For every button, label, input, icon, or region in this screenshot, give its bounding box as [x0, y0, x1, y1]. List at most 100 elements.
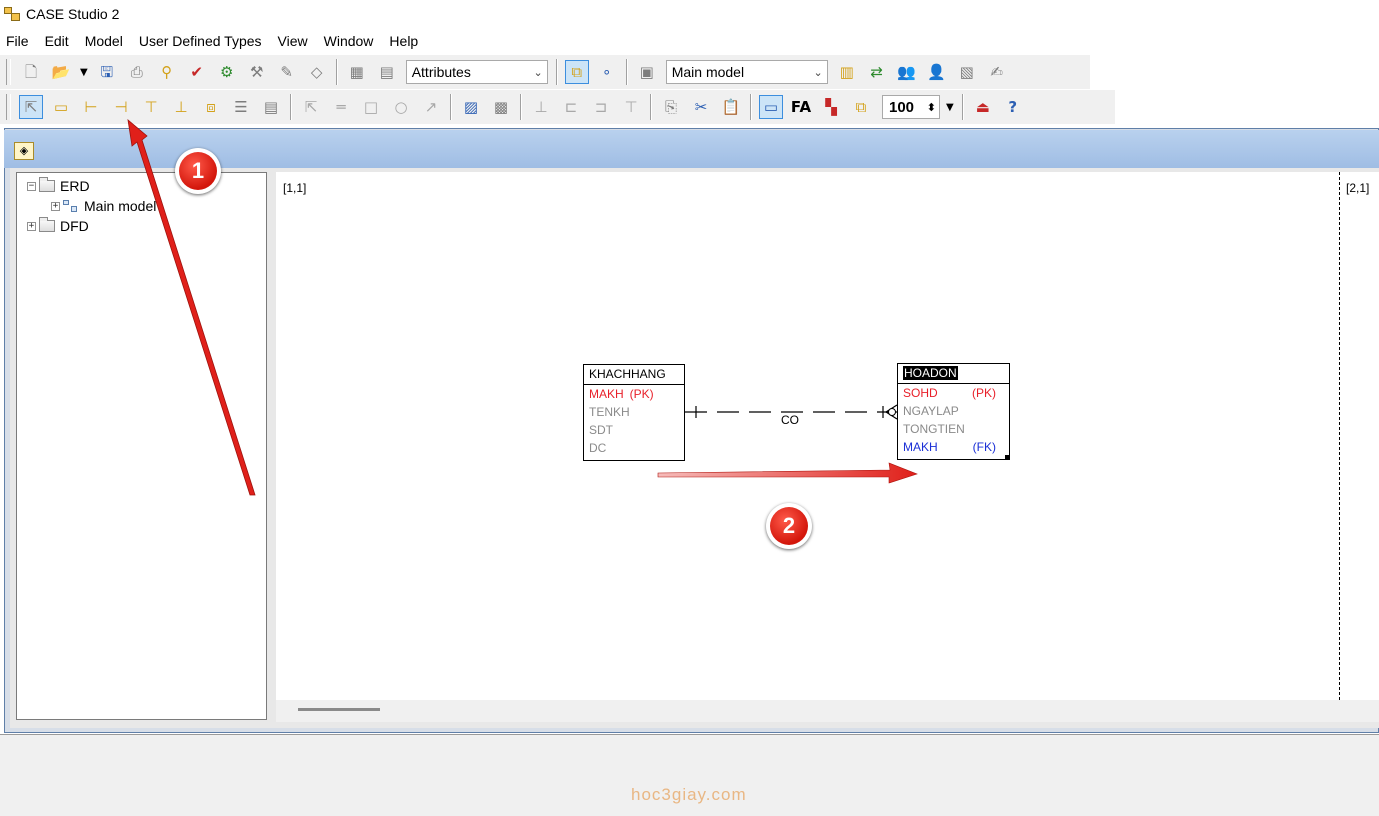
check-model-icon[interactable]: ✔: [185, 60, 209, 84]
eraser-icon[interactable]: ◇: [305, 60, 329, 84]
chevron-down-icon: ⌄: [813, 65, 823, 79]
toolbar-separator: [625, 59, 628, 85]
tree-item-dfd[interactable]: + DFD: [27, 217, 89, 235]
menu-view[interactable]: View: [270, 30, 316, 52]
attribute-name: NGAYLAP: [903, 404, 959, 418]
align-bottom-icon[interactable]: ⊥: [529, 95, 553, 119]
edit-note-icon[interactable]: ✍: [985, 60, 1009, 84]
informative-relationship-icon[interactable]: ⊤: [139, 95, 163, 119]
view-tool-icon[interactable]: ⧈: [199, 95, 223, 119]
display-mode-icon[interactable]: ▦: [345, 60, 369, 84]
align-top-icon[interactable]: ⊤: [619, 95, 643, 119]
tree-item-main-model[interactable]: + Main model: [51, 197, 156, 215]
model-list-icon[interactable]: ▣: [635, 60, 659, 84]
ellipse-tool-icon[interactable]: ○: [389, 95, 413, 119]
cut-icon[interactable]: ✂: [689, 95, 713, 119]
table-tool-icon[interactable]: ▤: [259, 95, 283, 119]
attribute-key: (FK): [972, 440, 996, 454]
line-tool-icon[interactable]: ═: [329, 95, 353, 119]
generate-sql-icon[interactable]: ⚙: [215, 60, 239, 84]
zoom-stepper[interactable]: 100 ⬍: [882, 95, 940, 119]
attribute-row: MAKH (PK): [584, 385, 684, 403]
procedure-tool-icon[interactable]: ☰: [229, 95, 253, 119]
attribute-name: TONGTIEN: [903, 422, 965, 436]
pointer-tool-icon[interactable]: ⇱: [19, 95, 43, 119]
menu-edit[interactable]: Edit: [37, 30, 77, 52]
document-icon[interactable]: ◈: [14, 142, 34, 160]
export-image-icon[interactable]: ▨: [459, 95, 483, 119]
diagram-canvas[interactable]: [276, 172, 1379, 700]
rectangle-tool-icon[interactable]: □: [359, 95, 383, 119]
toolbar-separator: [450, 94, 452, 120]
non-identifying-relationship-icon[interactable]: ⊣: [109, 95, 133, 119]
reverse-engineer-icon[interactable]: ⚒: [245, 60, 269, 84]
tree-item-erd[interactable]: − ERD: [27, 177, 90, 195]
attribute-display-icon[interactable]: ▤: [375, 60, 399, 84]
attribute-key: (PK): [629, 387, 654, 401]
color-icon[interactable]: ▚: [819, 95, 843, 119]
annotation-badge-2: 2: [766, 503, 812, 549]
self-relationship-icon[interactable]: ⊥: [169, 95, 193, 119]
layers-icon[interactable]: ⧉: [849, 95, 873, 119]
scrollbar-thumb[interactable]: [298, 708, 380, 711]
collapse-icon[interactable]: −: [27, 181, 36, 191]
font-icon[interactable]: FA: [789, 95, 813, 119]
sync-icon[interactable]: ⇄: [865, 60, 889, 84]
align-right-icon[interactable]: ⊐: [589, 95, 613, 119]
entity-tool-icon[interactable]: ▭: [49, 95, 73, 119]
menu-window[interactable]: Window: [316, 30, 382, 52]
attribute-name: TENKH: [589, 405, 630, 419]
arrow-tool-icon[interactable]: ↗: [419, 95, 443, 119]
entity-khachhang[interactable]: KHACHHANG MAKH (PK) TENKH SDT DC: [583, 364, 685, 461]
entity-hoadon[interactable]: HOADON SOHD (PK) NGAYLAP TONGTIEN MAKH (…: [897, 363, 1010, 460]
find-icon[interactable]: ⚲: [155, 60, 179, 84]
panel-toggle-icon[interactable]: ▭: [759, 95, 783, 119]
users-icon[interactable]: 👥: [895, 60, 919, 84]
attribute-row: NGAYLAP: [898, 402, 1009, 420]
print-preview-icon[interactable]: ▩: [489, 95, 513, 119]
print-icon[interactable]: ⎙: [125, 60, 149, 84]
menu-file[interactable]: File: [0, 30, 37, 52]
help-icon[interactable]: ?: [1001, 95, 1025, 119]
resize-handle[interactable]: [1005, 455, 1010, 460]
toolbar-grip[interactable]: [6, 59, 11, 85]
open-folder-icon[interactable]: 📂: [49, 60, 73, 84]
paste-icon[interactable]: 📋: [719, 95, 743, 119]
menu-help[interactable]: Help: [381, 30, 426, 52]
exit-icon[interactable]: ⏏: [971, 95, 995, 119]
entity-view-icon[interactable]: ⧉: [564, 60, 589, 84]
attribute-name: MAKH: [589, 387, 624, 401]
save-icon[interactable]: 🖫: [95, 60, 119, 84]
attribute-row: SDT: [584, 421, 684, 439]
calculator-icon[interactable]: ▧: [955, 60, 979, 84]
entity-title: KHACHHANG: [584, 365, 684, 385]
copy-icon[interactable]: ⎘: [659, 95, 683, 119]
attribute-name: DC: [589, 441, 607, 455]
align-left-icon[interactable]: ⊏: [559, 95, 583, 119]
model-properties-icon[interactable]: ▥: [835, 60, 859, 84]
annotation-badge-1: 1: [175, 148, 221, 194]
horizontal-scrollbar[interactable]: [276, 700, 1379, 722]
open-dropdown-icon[interactable]: ▼: [80, 67, 88, 78]
identifying-relationship-icon[interactable]: ⊢: [79, 95, 103, 119]
attribute-row: TENKH: [584, 403, 684, 421]
window-title: CASE Studio 2: [26, 6, 120, 22]
toolbar-separator: [520, 94, 522, 120]
folder-icon: [39, 177, 55, 192]
expand-icon[interactable]: +: [51, 201, 60, 211]
attributes-display-combo[interactable]: Attributes ⌄: [405, 60, 548, 84]
report-icon[interactable]: ✎: [275, 60, 299, 84]
menu-model[interactable]: Model: [77, 30, 131, 52]
model-select-combo[interactable]: Main model ⌄: [665, 60, 828, 84]
toolbar-grip[interactable]: [6, 94, 11, 120]
user-icon[interactable]: 👤: [925, 60, 949, 84]
spin-updown-icon[interactable]: ⬍: [927, 102, 936, 113]
zoom-dropdown-icon[interactable]: ▼: [946, 102, 954, 113]
expand-icon[interactable]: +: [27, 221, 36, 231]
relation-view-icon[interactable]: ∘: [595, 60, 619, 84]
tree-item-label: Main model: [84, 198, 157, 214]
attribute-row: TONGTIEN: [898, 420, 1009, 438]
menu-user-defined-types[interactable]: User Defined Types: [131, 30, 270, 52]
new-file-icon[interactable]: 🗋: [19, 60, 43, 84]
select-arrow-icon[interactable]: ⇱: [299, 95, 323, 119]
